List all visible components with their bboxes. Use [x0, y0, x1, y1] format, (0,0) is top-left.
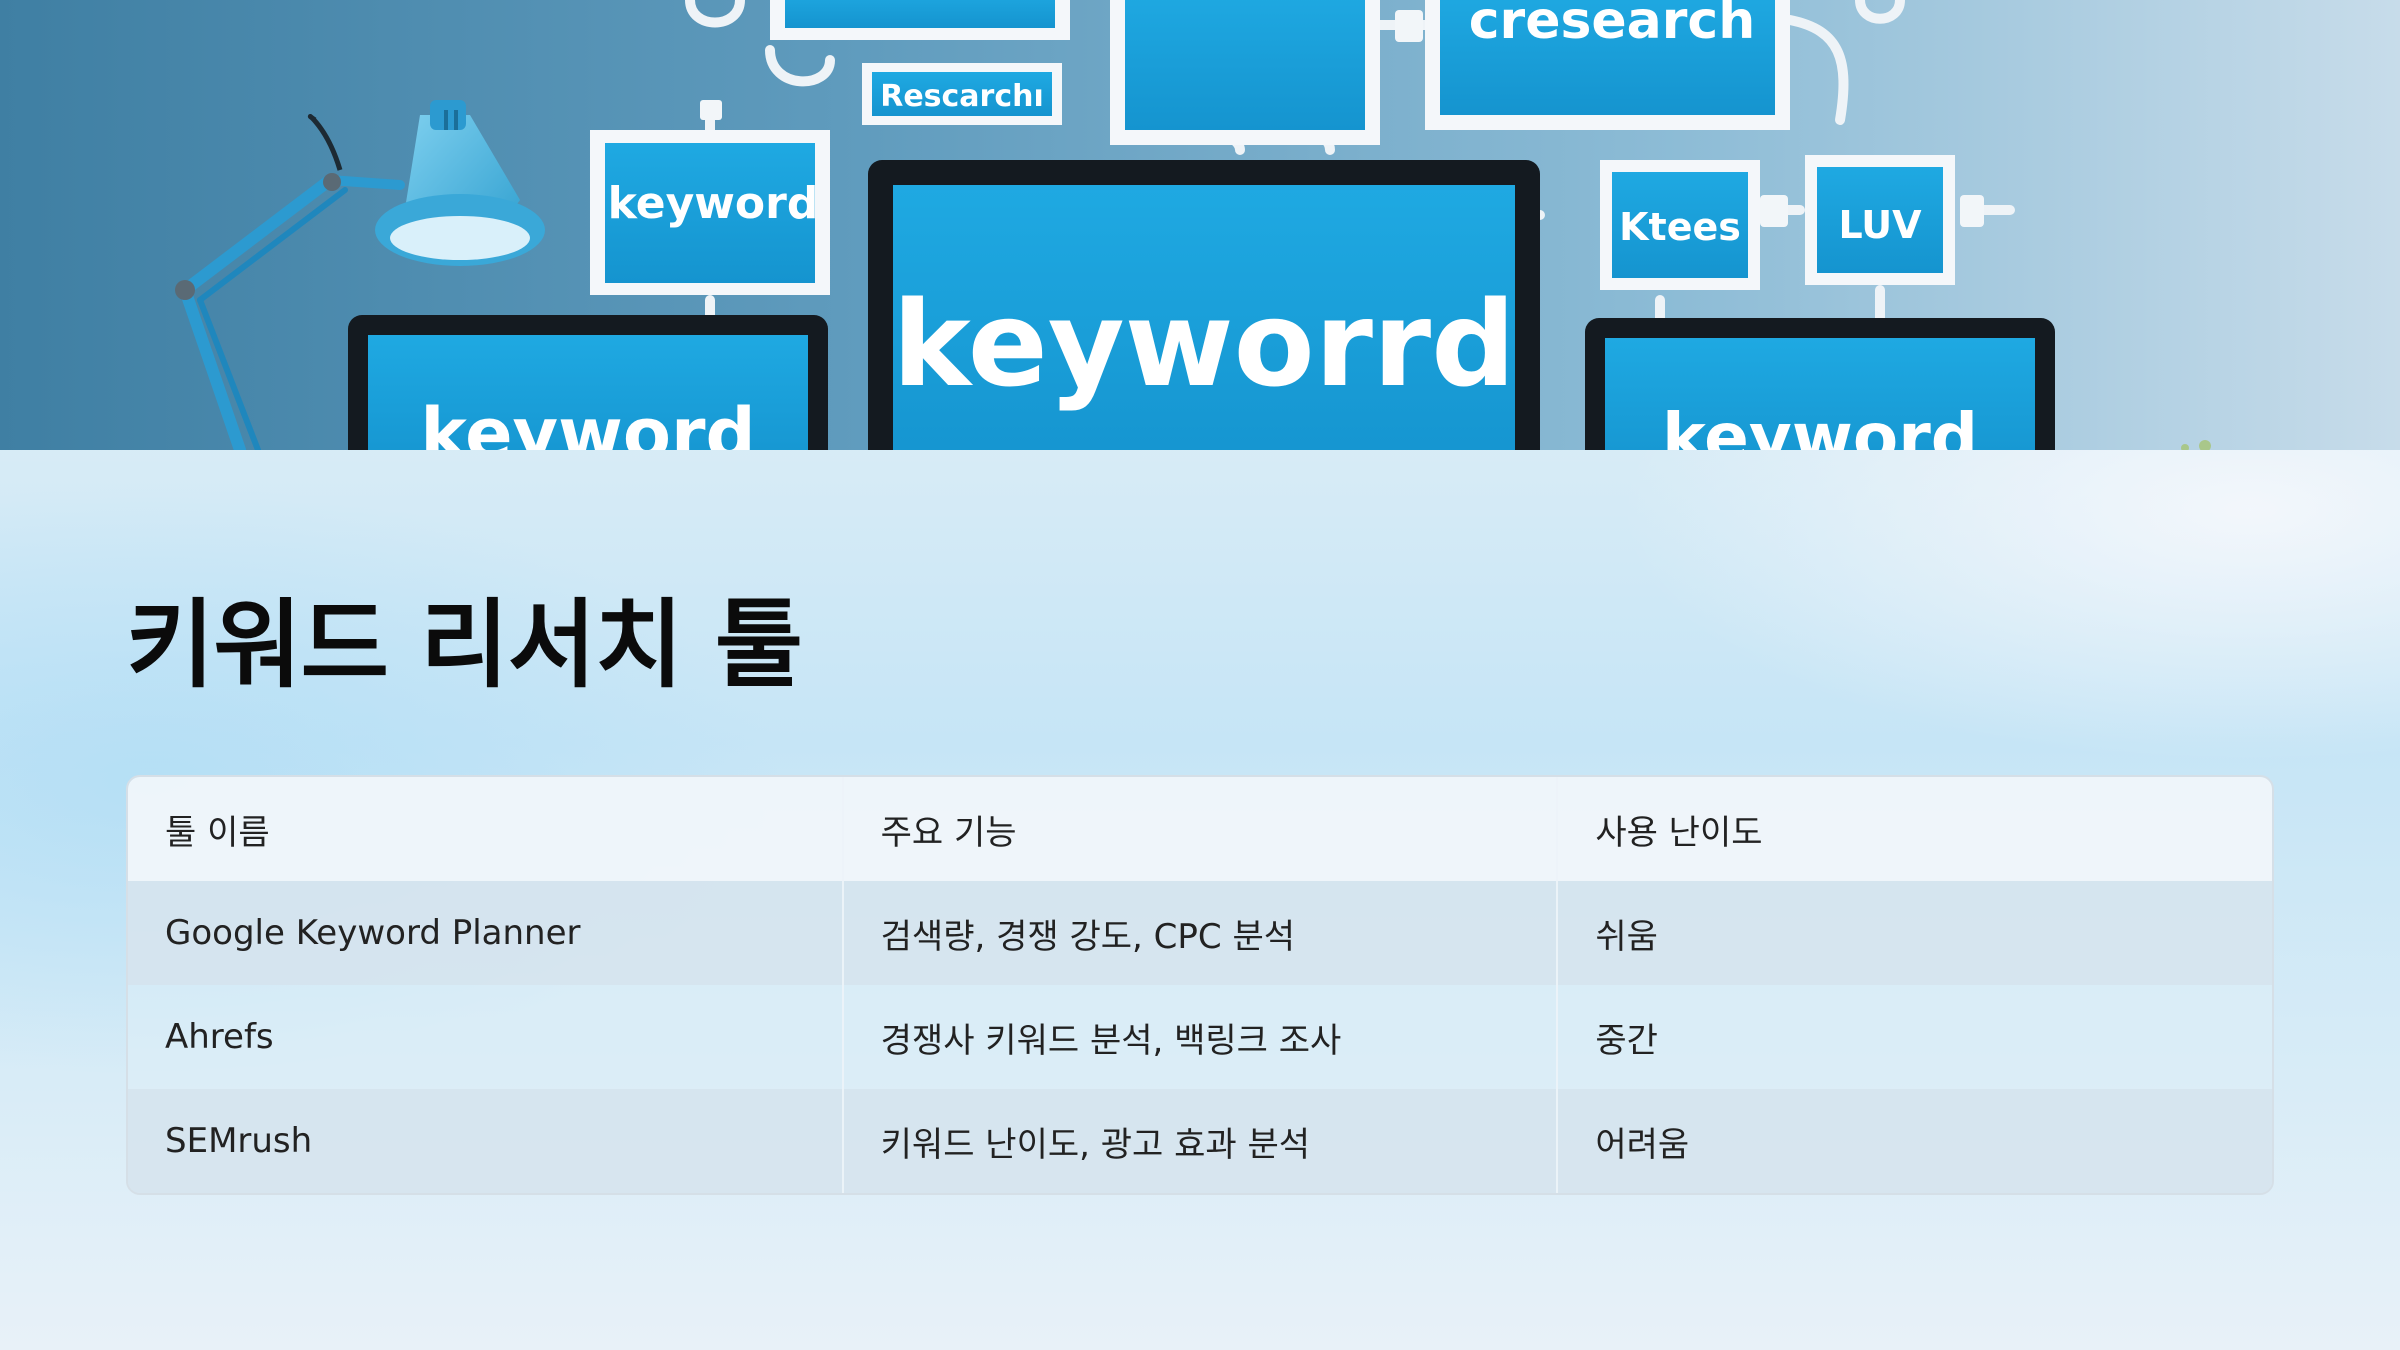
cell-main-features: 검색량, 경쟁 강도, CPC 분석: [841, 881, 1558, 985]
table-row: Ahrefs 경쟁사 키워드 분석, 백링크 조사 중간: [128, 985, 2272, 1089]
cell-main-features: 경쟁사 키워드 분석, 백링크 조사: [841, 985, 1558, 1089]
hero-image: cresearch Rescarchı keyword Ktees LUV ke…: [0, 0, 2400, 450]
svg-text:keyworrd: keyworrd: [892, 275, 1515, 413]
cell-difficulty: 어려움: [1556, 1089, 2272, 1193]
svg-text:keyword: keyword: [608, 178, 819, 229]
svg-text:LUV: LUV: [1838, 203, 1922, 247]
svg-text:cresearch: cresearch: [1469, 0, 1756, 51]
keyword-tools-table: 툴 이름 주요 기능 사용 난이도 Google Keyword Planner…: [126, 775, 2274, 1195]
header-tool-name: 툴 이름: [165, 812, 270, 853]
table-row: SEMrush 키워드 난이도, 광고 효과 분석 어려움: [128, 1089, 2272, 1193]
table-header-row: 툴 이름 주요 기능 사용 난이도: [128, 777, 2272, 881]
header-difficulty: 사용 난이도: [1556, 777, 2272, 881]
svg-text:keyword: keyword: [420, 393, 755, 450]
cell-tool-name: SEMrush: [165, 1121, 313, 1161]
cell-tool-name: Google Keyword Planner: [165, 913, 581, 953]
header-main-features: 주요 기능: [841, 777, 1558, 881]
cell-difficulty: 중간: [1556, 985, 2272, 1089]
cell-tool-name: Ahrefs: [165, 1017, 274, 1057]
cell-main-features: 키워드 난이도, 광고 효과 분석: [841, 1089, 1558, 1193]
page-title: 키워드 리서치 툴: [126, 589, 803, 701]
svg-text:keyword: keyword: [1662, 399, 1978, 450]
svg-text:Rescarchı: Rescarchı: [880, 79, 1044, 114]
svg-text:Ktees: Ktees: [1619, 205, 1741, 249]
cell-difficulty: 쉬움: [1556, 881, 2272, 985]
table-row: Google Keyword Planner 검색량, 경쟁 강도, CPC 분…: [128, 881, 2272, 985]
